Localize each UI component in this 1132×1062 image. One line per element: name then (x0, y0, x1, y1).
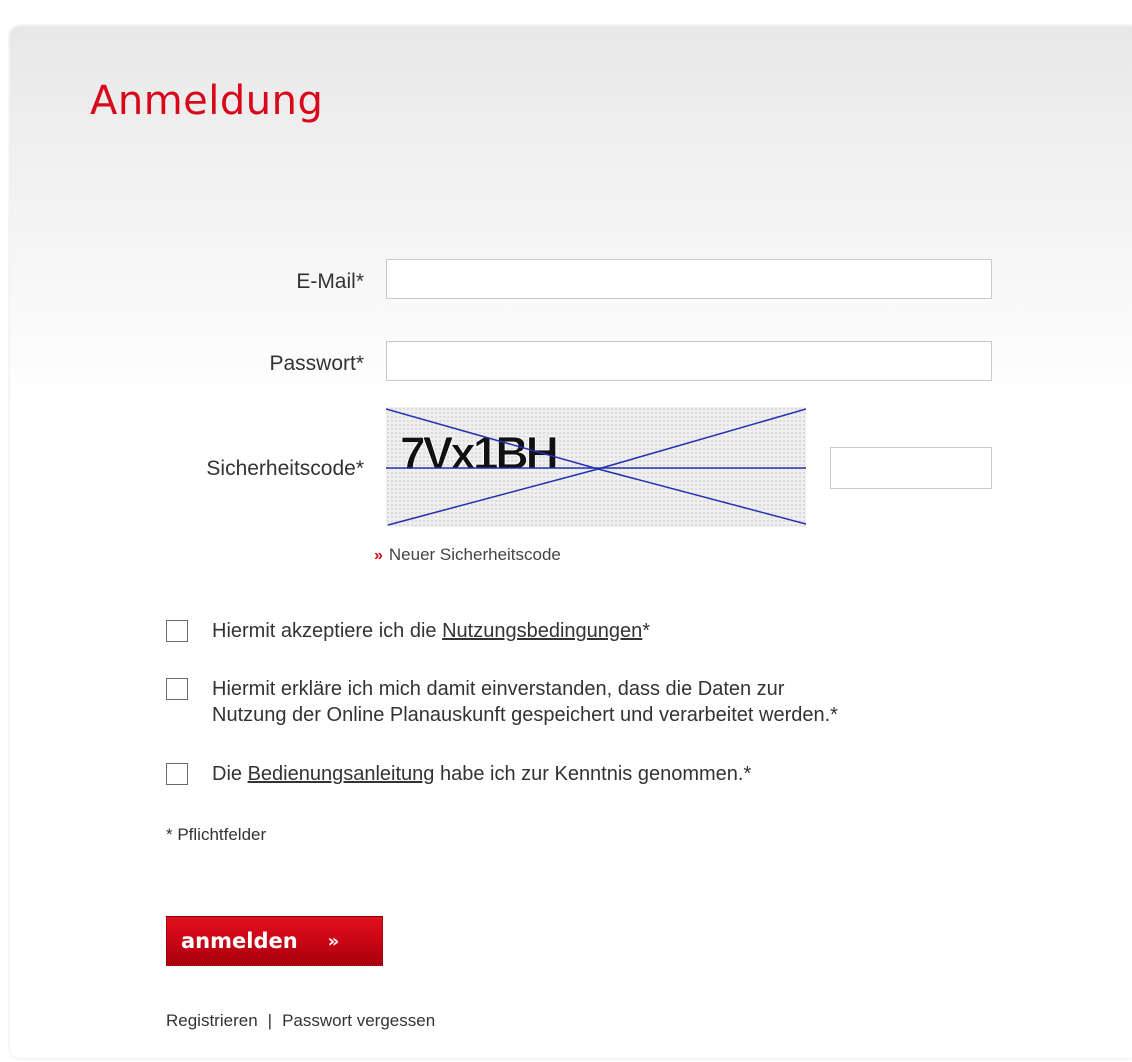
email-label: E-Mail* (296, 270, 364, 293)
consent-checkbox[interactable] (166, 678, 188, 700)
password-label: Passwort* (269, 352, 364, 375)
captcha-label: Sicherheitscode* (206, 457, 364, 480)
terms-checkbox[interactable] (166, 620, 188, 642)
login-button[interactable]: anmelden » (166, 916, 383, 966)
terms-row: Hiermit akzeptiere ich die Nutzungsbedin… (166, 618, 650, 644)
double-chevron-right-icon: » (374, 547, 383, 564)
login-button-label: anmelden (181, 929, 298, 953)
manual-text: Die Bedienungsanleitung habe ich zur Ken… (212, 761, 751, 787)
consent-text: Hiermit erkläre ich mich damit einversta… (212, 676, 838, 728)
captcha-line (597, 408, 806, 470)
captcha-line (597, 468, 806, 525)
manual-link[interactable]: Bedienungsanleitung (248, 763, 435, 785)
password-field[interactable] (386, 341, 992, 381)
new-captcha-label: Neuer Sicherheitscode (388, 545, 561, 564)
register-link[interactable]: Registrieren (166, 1011, 258, 1030)
required-fields-note: * Pflichtfelder (166, 825, 267, 844)
forgot-password-link[interactable]: Passwort vergessen (282, 1011, 435, 1030)
new-captcha-link[interactable]: » Neuer Sicherheitscode (374, 545, 561, 565)
login-panel (10, 26, 1132, 1058)
terms-link[interactable]: Nutzungsbedingungen (442, 620, 642, 642)
double-chevron-right-icon: » (327, 930, 340, 952)
consent-line-2: Nutzung der Online Planauskunft gespeich… (212, 704, 838, 726)
manual-suffix: habe ich zur Kenntnis genommen.* (434, 763, 752, 785)
captcha-drawing: 7Vx1BH (386, 408, 806, 526)
email-field[interactable] (386, 259, 992, 299)
consent-row: Hiermit erkläre ich mich damit einversta… (166, 676, 838, 728)
consent-line-1: Hiermit erkläre ich mich damit einversta… (212, 678, 785, 700)
manual-checkbox[interactable] (166, 763, 188, 785)
captcha-image: 7Vx1BH (386, 407, 806, 527)
page-title: Anmeldung (90, 78, 324, 124)
terms-suffix: * (642, 620, 651, 642)
footer-links: Registrieren | Passwort vergessen (166, 1011, 435, 1031)
manual-prefix: Die (212, 763, 248, 785)
manual-row: Die Bedienungsanleitung habe ich zur Ken… (166, 761, 751, 787)
footer-separator: | (267, 1011, 273, 1030)
terms-text: Hiermit akzeptiere ich die Nutzungsbedin… (212, 618, 650, 644)
captcha-input[interactable] (830, 447, 992, 489)
terms-prefix: Hiermit akzeptiere ich die (212, 620, 443, 642)
